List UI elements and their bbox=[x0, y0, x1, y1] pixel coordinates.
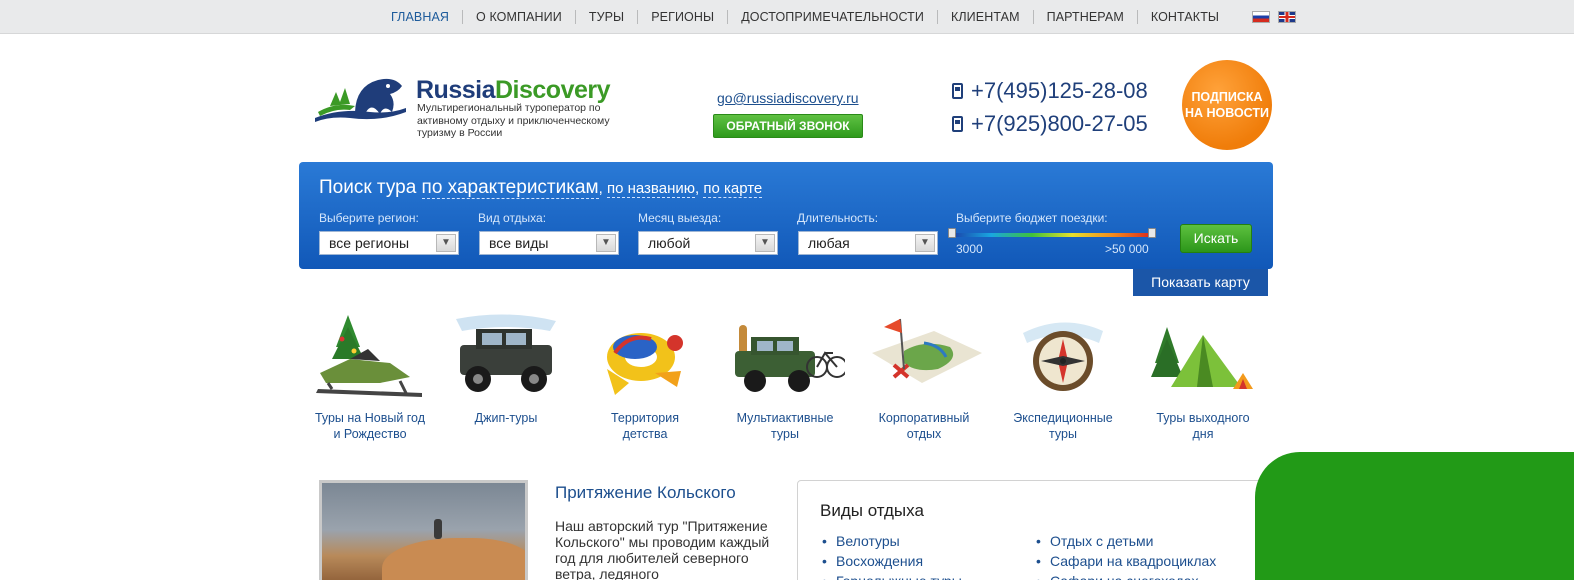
activity-select-value: все виды bbox=[489, 235, 549, 251]
category-kids[interactable]: Территория детства bbox=[580, 313, 710, 442]
category-label: отдых bbox=[906, 427, 942, 441]
phone-secondary-number: +7(925)800-27-05 bbox=[971, 111, 1148, 136]
tent-icon bbox=[1151, 327, 1253, 389]
budget-label: Выберите бюджет поездки: bbox=[956, 211, 1108, 225]
list-item[interactable]: Восхождения bbox=[820, 551, 962, 571]
category-label: Корпоративный bbox=[878, 411, 970, 425]
search-title: Поиск тура по характеристикам, по назван… bbox=[319, 177, 763, 199]
article-title[interactable]: Притяжение Кольского bbox=[555, 483, 736, 503]
list-item[interactable]: Сафари на квадроциклах bbox=[1034, 551, 1216, 571]
jeep-bike-icon bbox=[735, 325, 848, 392]
category-label: и Рождество bbox=[333, 427, 407, 441]
subscribe-button[interactable]: ПОДПИСКА НА НОВОСТИ bbox=[1182, 60, 1272, 150]
list-item[interactable]: Отдых с детьми bbox=[1034, 531, 1216, 551]
nav-item-contacts[interactable]: КОНТАКТЫ bbox=[1136, 10, 1232, 24]
region-select[interactable]: все регионы ▼ bbox=[319, 231, 459, 255]
category-multiactive[interactable]: Мультиактивные туры bbox=[720, 313, 850, 442]
chevron-down-icon[interactable]: ▼ bbox=[755, 234, 775, 252]
phone-primary-number: +7(495)125-28-08 bbox=[971, 78, 1148, 103]
category-expedition[interactable]: Экспедиционные туры bbox=[998, 313, 1128, 442]
category-label: детства bbox=[622, 427, 668, 441]
budget-min-handle[interactable] bbox=[948, 228, 956, 238]
russian-flag-icon[interactable] bbox=[1252, 11, 1270, 23]
category-jeep[interactable]: Джип-туры bbox=[441, 313, 571, 426]
map-flag-icon bbox=[872, 318, 982, 383]
budget-min-value: 3000 bbox=[956, 242, 983, 256]
article-text: Наш авторский тур "Притяжение Кольского"… bbox=[555, 518, 770, 580]
category-new-year[interactable]: Туры на Новый год и Рождество bbox=[305, 313, 435, 442]
nav-item-regions[interactable]: РЕГИОНЫ bbox=[637, 10, 727, 24]
category-label: дня bbox=[1192, 427, 1214, 441]
category-weekend[interactable]: Туры выходного дня bbox=[1138, 313, 1268, 442]
logo-bison-icon[interactable] bbox=[310, 72, 410, 128]
category-label: Туры на Новый год bbox=[314, 411, 426, 425]
tour-search-panel: Поиск тура по характеристикам, по назван… bbox=[299, 162, 1273, 269]
category-label: Туры выходного bbox=[1156, 411, 1250, 425]
phone-icon bbox=[952, 83, 963, 99]
month-label: Месяц выезда: bbox=[638, 211, 722, 225]
list-item[interactable]: Сафари на снегоходах bbox=[1034, 571, 1216, 580]
top-navigation: ГЛАВНАЯ О КОМПАНИИ ТУРЫ РЕГИОНЫ ДОСТОПРИ… bbox=[0, 0, 1574, 34]
chevron-down-icon[interactable]: ▼ bbox=[436, 234, 456, 252]
phone-secondary[interactable]: +7(925)800-27-05 bbox=[952, 111, 1148, 137]
category-label: туры bbox=[1049, 427, 1077, 441]
category-label: Джип-туры bbox=[474, 411, 538, 425]
budget-max-value: >50 000 bbox=[1105, 242, 1149, 256]
activity-types-box: Виды отдыха Велотуры Восхождения Горнолы… bbox=[797, 480, 1267, 580]
category-label: туры bbox=[771, 427, 799, 441]
tagline: Мультирегиональный туроператор по активн… bbox=[417, 102, 610, 139]
search-button[interactable]: Искать bbox=[1180, 224, 1252, 253]
search-tab-name[interactable]: по названию bbox=[606, 180, 695, 198]
callback-button[interactable]: ОБРАТНЫЙ ЗВОНОК bbox=[713, 114, 863, 138]
region-select-value: все регионы bbox=[329, 235, 410, 251]
chevron-down-icon[interactable]: ▼ bbox=[915, 234, 935, 252]
brand-name[interactable]: RussiaDiscovery bbox=[416, 76, 611, 105]
phone-primary[interactable]: +7(495)125-28-08 bbox=[952, 78, 1148, 104]
nav-item-partners[interactable]: ПАРТНЕРАМ bbox=[1032, 10, 1137, 24]
search-title-prefix: Поиск тура bbox=[319, 177, 417, 198]
budget-slider-track[interactable] bbox=[951, 233, 1153, 237]
chevron-down-icon[interactable]: ▼ bbox=[596, 234, 616, 252]
activity-types-list-right: Отдых с детьми Сафари на квадроциклах Са… bbox=[1034, 531, 1216, 580]
email-link[interactable]: go@russiadiscovery.ru bbox=[717, 90, 859, 106]
duration-select[interactable]: любая ▼ bbox=[798, 231, 938, 255]
compass-icon bbox=[1023, 322, 1103, 391]
subscribe-line2: НА НОВОСТИ bbox=[1184, 106, 1270, 120]
jeep-icon bbox=[456, 314, 556, 392]
decorative-green-panel bbox=[1255, 452, 1574, 580]
brand-part-discovery: Discovery bbox=[494, 76, 611, 104]
nav-item-tours[interactable]: ТУРЫ bbox=[574, 10, 637, 24]
duration-label: Длительность: bbox=[797, 211, 879, 225]
language-switcher bbox=[1252, 11, 1296, 23]
list-item[interactable]: Велотуры bbox=[820, 531, 962, 551]
nav-item-home[interactable]: ГЛАВНАЯ bbox=[378, 10, 462, 24]
month-select[interactable]: любой ▼ bbox=[638, 231, 778, 255]
english-flag-icon[interactable] bbox=[1278, 11, 1296, 23]
activity-select[interactable]: все виды ▼ bbox=[479, 231, 619, 255]
subscribe-line1: ПОДПИСКА bbox=[1191, 90, 1263, 104]
budget-max-handle[interactable] bbox=[1148, 228, 1156, 238]
brand-part-russia: Russia bbox=[416, 76, 495, 104]
nav-item-clients[interactable]: КЛИЕНТАМ bbox=[937, 10, 1033, 24]
activity-types-list-left: Велотуры Восхождения Горнолыжные туры bbox=[820, 531, 962, 580]
activity-label: Вид отдыха: bbox=[478, 211, 547, 225]
category-label: Мультиактивные bbox=[736, 411, 834, 425]
show-map-button[interactable]: Показать карту bbox=[1133, 269, 1268, 296]
nav-item-sights[interactable]: ДОСТОПРИМЕЧАТЕЛЬНОСТИ bbox=[727, 10, 937, 24]
kids-toys-icon bbox=[607, 333, 683, 395]
search-tab-features[interactable]: по характеристикам bbox=[421, 177, 599, 199]
category-label: Территория bbox=[610, 411, 679, 425]
search-tab-map[interactable]: по карте bbox=[703, 180, 763, 198]
category-corporate[interactable]: Корпоративный отдых bbox=[859, 313, 989, 442]
phone-icon bbox=[952, 116, 963, 132]
nav-item-about[interactable]: О КОМПАНИИ bbox=[462, 10, 575, 24]
article-photo[interactable] bbox=[319, 480, 528, 580]
region-label: Выберите регион: bbox=[319, 211, 419, 225]
list-item[interactable]: Горнолыжные туры bbox=[820, 571, 962, 580]
duration-select-value: любая bbox=[808, 235, 850, 251]
activity-types-title: Виды отдыха bbox=[820, 501, 924, 520]
snowmobile-icon bbox=[316, 315, 422, 397]
month-select-value: любой bbox=[648, 235, 691, 251]
category-label: Экспедиционные bbox=[1013, 411, 1113, 425]
